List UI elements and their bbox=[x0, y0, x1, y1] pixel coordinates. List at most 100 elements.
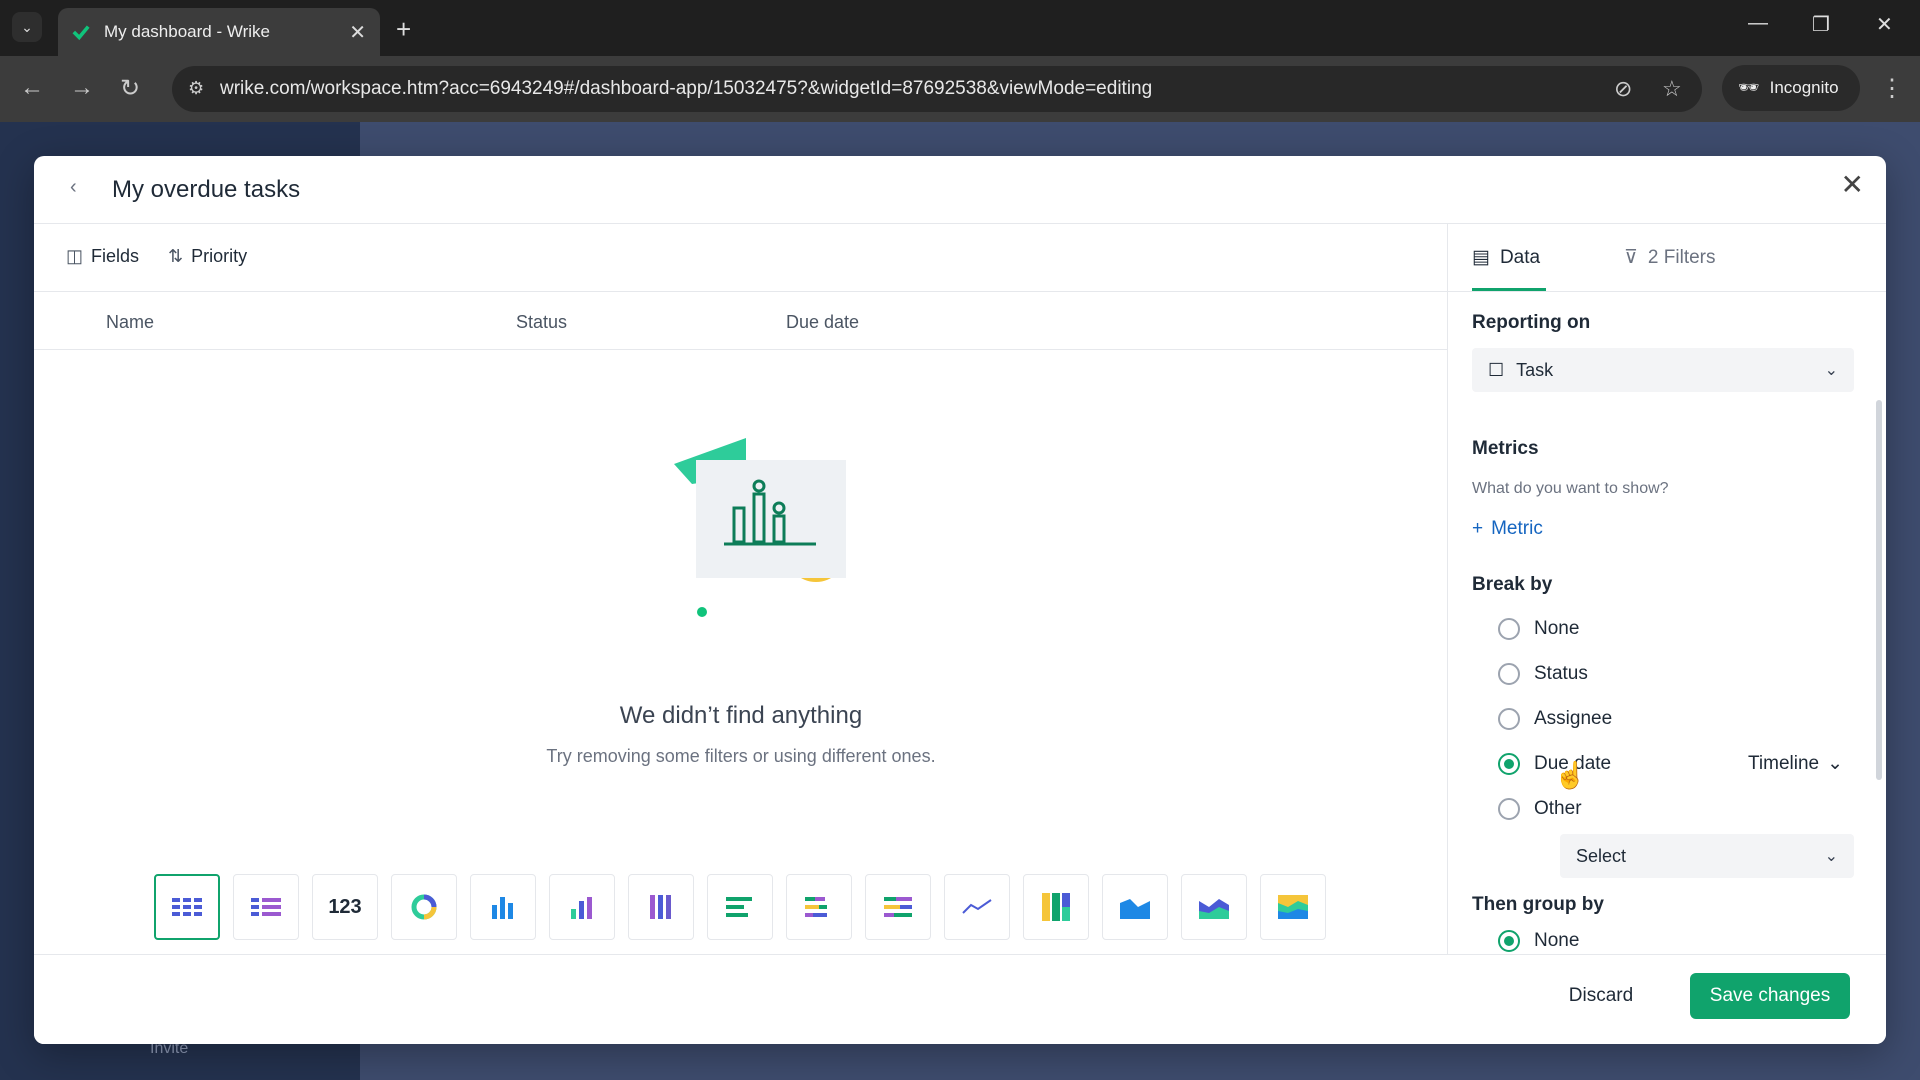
column-chart-icon bbox=[492, 897, 513, 919]
tab-filters-label: 2 Filters bbox=[1647, 246, 1716, 268]
chart-type-column[interactable] bbox=[470, 874, 536, 940]
browser-tab[interactable]: My dashboard - Wrike ✕ bbox=[58, 8, 380, 56]
browser-menu-icon[interactable]: ⋮ bbox=[1880, 74, 1904, 103]
radio-label: None bbox=[1534, 618, 1580, 639]
line-chart-icon bbox=[962, 899, 992, 914]
discard-button[interactable]: Discard bbox=[1548, 973, 1654, 1019]
incognito-badge[interactable]: 🕶 Incognito bbox=[1722, 65, 1860, 111]
fields-button[interactable]: ◫ Fields bbox=[66, 246, 139, 267]
site-info-icon[interactable]: ⚙ bbox=[188, 78, 204, 99]
incognito-icon: 🕶 bbox=[1738, 78, 1760, 97]
chart-type-bar[interactable] bbox=[707, 874, 773, 940]
preview-toolbar: ◫ Fields ⇅ Priority bbox=[34, 224, 1448, 292]
close-icon[interactable]: ✕ bbox=[1841, 168, 1864, 201]
group-by-option-none[interactable]: None bbox=[1498, 930, 1579, 952]
chart-type-full-stacked-bar[interactable] bbox=[865, 874, 931, 940]
tab-close-icon[interactable]: ✕ bbox=[349, 20, 366, 45]
table-header: Name Status Due date bbox=[34, 292, 1448, 350]
bar-chart-icon bbox=[726, 897, 752, 917]
radio-button[interactable] bbox=[1498, 708, 1520, 730]
full-stacked-area-icon bbox=[1278, 895, 1308, 919]
empty-state-subtitle: Try removing some filters or using diffe… bbox=[546, 746, 936, 766]
forward-icon[interactable]: → bbox=[70, 74, 94, 102]
chart-type-number[interactable]: 123 bbox=[312, 874, 378, 940]
tab-data[interactable]: ▤ Data bbox=[1472, 246, 1540, 269]
break-by-option-none[interactable]: None bbox=[1498, 618, 1579, 640]
fields-icon: ◫ bbox=[66, 246, 84, 266]
chart-type-full-stacked-column[interactable] bbox=[628, 874, 694, 940]
incognito-label: Incognito bbox=[1769, 78, 1839, 97]
minimize-icon[interactable]: — bbox=[1748, 12, 1768, 35]
radio-label: Assignee bbox=[1534, 708, 1613, 729]
radio-button[interactable] bbox=[1498, 618, 1520, 640]
eye-off-icon[interactable]: ⊘ bbox=[1614, 76, 1632, 102]
chart-type-stacked-column[interactable] bbox=[549, 874, 615, 940]
settings-scrollbar[interactable] bbox=[1876, 400, 1882, 780]
empty-state-illustration-icon bbox=[674, 438, 846, 617]
radio-button[interactable] bbox=[1498, 663, 1520, 685]
window-close-icon[interactable]: ✕ bbox=[1876, 12, 1893, 37]
modal-footer: Discard Save changes bbox=[34, 954, 1886, 1044]
reload-icon[interactable]: ↻ bbox=[120, 74, 140, 103]
full-stacked-column-icon bbox=[650, 895, 671, 919]
tab-title: My dashboard - Wrike bbox=[104, 22, 270, 41]
chart-type-heatmap[interactable] bbox=[1023, 874, 1089, 940]
chart-type-picker: 123 bbox=[154, 874, 1326, 940]
donut-chart-icon bbox=[411, 894, 437, 920]
sort-icon: ⇅ bbox=[168, 246, 184, 266]
tab-filters[interactable]: ⊽ 2 Filters bbox=[1624, 246, 1716, 269]
back-chevron-icon[interactable]: ‹ bbox=[70, 176, 77, 199]
restore-icon[interactable]: ❐ bbox=[1812, 12, 1830, 37]
column-header-due-date[interactable]: Due date bbox=[786, 312, 859, 333]
chart-type-line[interactable] bbox=[944, 874, 1010, 940]
sort-label: Priority bbox=[191, 246, 248, 266]
settings-tabs: ▤ Data ⊽ 2 Filters bbox=[1448, 224, 1886, 292]
stacked-area-chart-icon bbox=[1199, 899, 1229, 919]
break-by-option-assignee[interactable]: Assignee bbox=[1498, 708, 1612, 730]
reporting-on-title: Reporting on bbox=[1472, 312, 1591, 333]
other-select-placeholder: Select bbox=[1576, 845, 1627, 866]
settings-pane: ▤ Data ⊽ 2 Filters Reporting on ☐ Task ⌄… bbox=[1448, 224, 1886, 954]
chart-type-area[interactable] bbox=[1102, 874, 1168, 940]
radio-button-checked[interactable] bbox=[1498, 930, 1520, 952]
new-tab-icon[interactable]: + bbox=[396, 14, 411, 45]
back-icon[interactable]: ← bbox=[20, 74, 44, 102]
url-bar[interactable]: ⚙ wrike.com/workspace.htm?acc=6943249#/d… bbox=[172, 66, 1702, 112]
preview-pane: ◫ Fields ⇅ Priority Name Status Due date bbox=[34, 224, 1448, 954]
other-field-select[interactable]: Select ⌄ bbox=[1560, 834, 1854, 878]
radio-button[interactable] bbox=[1498, 798, 1520, 820]
chevron-down-icon: ⌄ bbox=[1824, 848, 1838, 865]
add-metric-button[interactable]: + Metric bbox=[1472, 518, 1543, 540]
chart-type-table[interactable] bbox=[154, 874, 220, 940]
chart-type-donut[interactable] bbox=[391, 874, 457, 940]
reporting-on-select[interactable]: ☐ Task ⌄ bbox=[1472, 348, 1854, 392]
column-header-status[interactable]: Status bbox=[516, 312, 567, 333]
bookmark-star-icon[interactable]: ☆ bbox=[1662, 76, 1682, 102]
stacked-column-chart-icon bbox=[571, 897, 592, 919]
chart-type-stacked-area[interactable] bbox=[1181, 874, 1247, 940]
break-by-option-status[interactable]: Status bbox=[1498, 663, 1588, 685]
grouped-table-icon bbox=[251, 898, 281, 916]
task-icon: ☐ bbox=[1488, 359, 1505, 380]
sort-button[interactable]: ⇅ Priority bbox=[168, 246, 247, 267]
break-by-option-other[interactable]: Other bbox=[1498, 798, 1582, 820]
timeline-dropdown[interactable]: Timeline ⌄ bbox=[1748, 752, 1843, 775]
chevron-down-icon: ⌄ bbox=[1824, 362, 1838, 379]
radio-label: Status bbox=[1534, 663, 1588, 684]
chart-type-grouped-table[interactable] bbox=[233, 874, 299, 940]
column-header-name[interactable]: Name bbox=[106, 312, 154, 333]
tab-search-button[interactable]: ⌄ bbox=[12, 12, 42, 42]
chart-type-stacked-bar[interactable] bbox=[786, 874, 852, 940]
filter-icon: ⊽ bbox=[1624, 247, 1638, 268]
heatmap-icon bbox=[1042, 893, 1070, 921]
browser-address-bar: ← → ↻ ⚙ wrike.com/workspace.htm?acc=6943… bbox=[0, 56, 1920, 122]
clipboard-icon: ▤ bbox=[1472, 247, 1490, 268]
modal-title[interactable]: My overdue tasks bbox=[112, 176, 300, 204]
modal-header: ‹ My overdue tasks ✕ bbox=[34, 156, 1886, 224]
save-changes-button[interactable]: Save changes bbox=[1690, 973, 1850, 1019]
chart-type-full-stacked-area[interactable] bbox=[1260, 874, 1326, 940]
number-icon: 123 bbox=[328, 895, 362, 918]
radio-label: None bbox=[1534, 930, 1580, 951]
active-tab-indicator bbox=[1472, 288, 1546, 291]
radio-button-checked[interactable] bbox=[1498, 753, 1520, 775]
